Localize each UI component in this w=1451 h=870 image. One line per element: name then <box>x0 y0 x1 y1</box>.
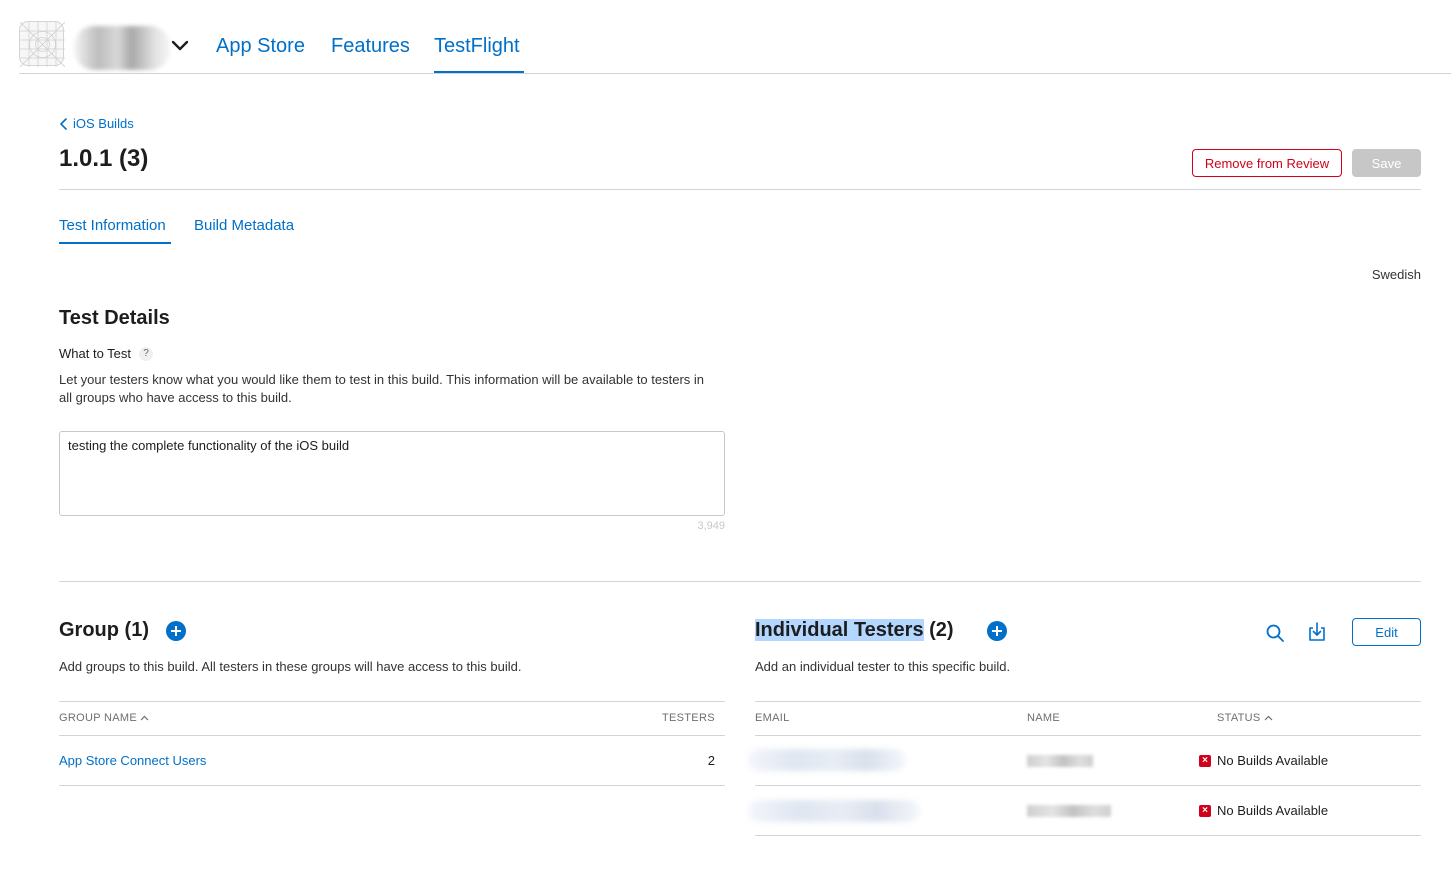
tester-status: × No Builds Available <box>1199 803 1328 818</box>
app-placeholder-grid-icon <box>19 21 66 68</box>
column-header-status[interactable]: STATUS <box>1217 712 1273 724</box>
tester-name-redacted <box>1027 755 1093 767</box>
column-header-name: NAME <box>1027 712 1060 724</box>
table-divider <box>755 735 1421 736</box>
tab-build-metadata[interactable]: Build Metadata <box>194 217 294 234</box>
remove-from-review-button[interactable]: Remove from Review <box>1192 149 1342 177</box>
page-title: 1.0.1 (3) <box>59 145 149 172</box>
divider <box>59 581 1421 582</box>
tab-test-information[interactable]: Test Information <box>59 217 166 234</box>
what-to-test-description: Let your testers know what you would lik… <box>59 372 705 405</box>
chevron-left-icon <box>60 117 67 130</box>
app-name-redacted[interactable] <box>74 26 170 70</box>
add-group-icon[interactable] <box>166 621 186 641</box>
chevron-down-icon[interactable] <box>170 36 190 56</box>
column-header-testers: TESTERS <box>662 712 715 724</box>
error-x-icon: × <box>1199 804 1211 817</box>
tester-status-label: No Builds Available <box>1217 753 1329 768</box>
tester-email-redacted <box>748 749 906 771</box>
group-description: Add groups to this build. All testers in… <box>59 659 522 674</box>
app-icon[interactable] <box>19 21 66 68</box>
chevron-up-icon <box>1264 715 1272 721</box>
table-divider <box>59 735 725 736</box>
download-icon[interactable] <box>1305 620 1329 644</box>
tab-features[interactable]: Features <box>331 35 410 58</box>
individual-testers-count: (2) <box>923 619 954 641</box>
add-tester-icon[interactable] <box>987 621 1007 641</box>
search-icon[interactable] <box>1263 621 1287 645</box>
divider <box>59 189 1421 190</box>
edit-button[interactable]: Edit <box>1352 618 1421 646</box>
individual-testers-heading: Individual Testers (2) <box>755 619 954 642</box>
individual-testers-title-highlight: Individual Testers <box>755 619 924 641</box>
what-to-test-label-text: What to Test <box>59 346 132 361</box>
tab-testflight[interactable]: TestFlight <box>434 35 520 58</box>
save-button[interactable]: Save <box>1352 149 1421 177</box>
language-selector[interactable]: Swedish <box>1372 267 1421 282</box>
error-x-icon: × <box>1199 754 1211 767</box>
table-divider <box>755 701 1421 702</box>
divider <box>19 73 1451 74</box>
column-header-label: GROUP NAME <box>59 712 137 724</box>
column-header-label: STATUS <box>1217 712 1261 724</box>
tester-email-redacted <box>748 800 920 822</box>
table-divider <box>59 701 725 702</box>
help-icon[interactable]: ? <box>139 346 154 361</box>
what-to-test-textarea[interactable]: testing the complete functionality of th… <box>59 431 725 516</box>
table-divider <box>755 785 1421 786</box>
tester-status-label: No Builds Available <box>1217 803 1329 818</box>
breadcrumb-back-link[interactable]: iOS Builds <box>59 116 134 131</box>
group-testers-count: 2 <box>707 753 715 768</box>
what-to-test-label: What to Test ? <box>59 346 154 361</box>
breadcrumb-label: iOS Builds <box>73 116 134 131</box>
column-header-email: EMAIL <box>755 712 790 724</box>
tab-app-store[interactable]: App Store <box>216 35 305 58</box>
character-count: 3,949 <box>697 520 725 532</box>
top-navigation: App Store Features TestFlight <box>0 0 1451 74</box>
table-divider <box>755 835 1421 836</box>
tester-name-redacted <box>1027 805 1111 817</box>
table-divider <box>59 785 725 786</box>
group-heading: Group (1) <box>59 619 149 641</box>
individual-testers-description: Add an individual tester to this specifi… <box>755 659 1011 674</box>
chevron-up-icon <box>140 715 149 721</box>
column-header-group-name[interactable]: GROUP NAME <box>59 712 149 724</box>
test-details-heading: Test Details <box>59 307 170 329</box>
tester-status: × No Builds Available <box>1199 753 1328 768</box>
group-name-link[interactable]: App Store Connect Users <box>59 753 206 768</box>
active-subtab-indicator <box>59 242 171 244</box>
